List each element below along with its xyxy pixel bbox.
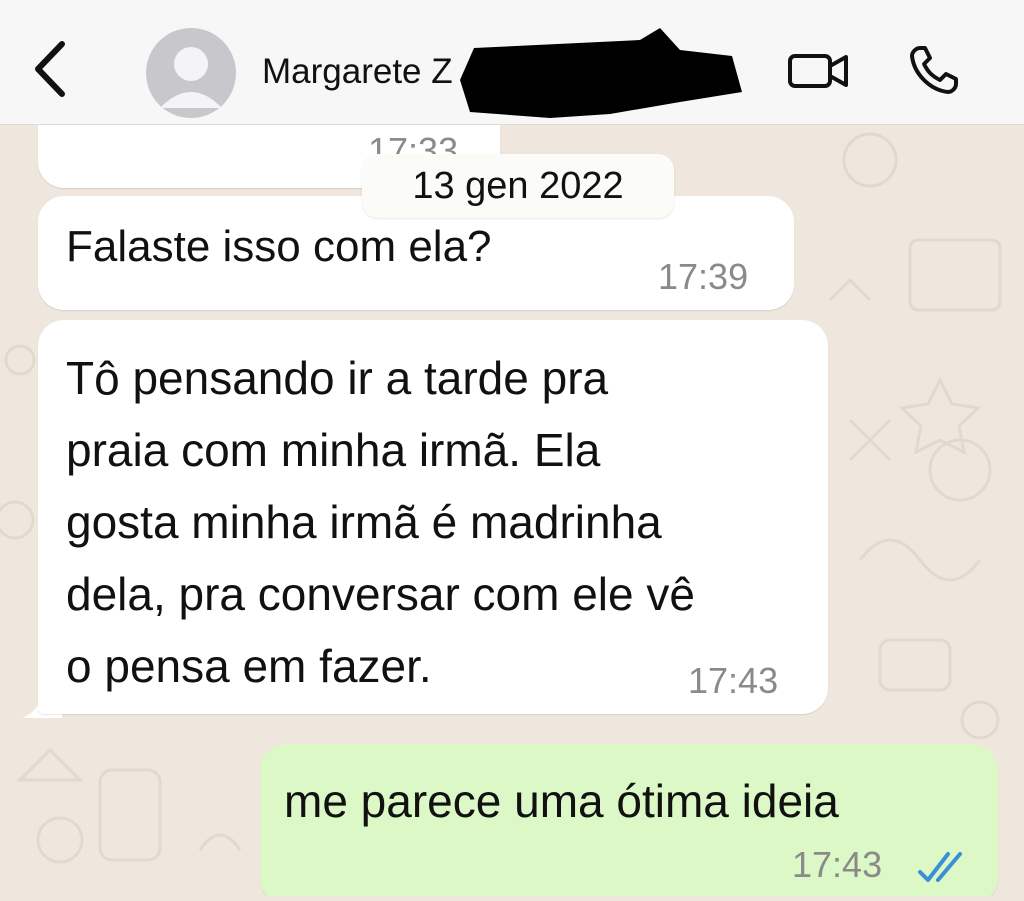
date-divider: 13 gen 2022 [362, 154, 674, 218]
chat-header: Margarete Z [0, 0, 1024, 125]
message-text: Falaste isso com ela? [66, 222, 492, 271]
contact-name[interactable]: Margarete Z [262, 52, 453, 92]
message-line: Tô pensando ir a tarde pra [66, 352, 609, 404]
message-text: Tô pensando ir a tarde pra praia com min… [66, 342, 695, 702]
avatar[interactable] [146, 28, 236, 118]
message-time: 17:39 [658, 256, 749, 297]
message-line: dela, pra conversar com ele vê [66, 568, 695, 620]
message-text: me parece uma ótima ideia [284, 775, 839, 827]
redaction-scribble [460, 28, 742, 118]
message-bubble-outgoing[interactable]: me parece uma ótima ideia 17:43 [260, 744, 998, 896]
message-time: 17:43 [688, 660, 779, 701]
message-line: o pensa em fazer. [66, 640, 432, 692]
phone-icon [910, 46, 958, 94]
voice-call-button[interactable] [906, 42, 964, 98]
message-bubble-incoming[interactable]: Tô pensando ir a tarde pra praia com min… [38, 320, 828, 714]
message-time: 17:43 [792, 844, 883, 885]
message-line: gosta minha irmã é madrinha [66, 496, 662, 548]
video-call-button[interactable] [786, 46, 852, 96]
message-text: E o COVID [66, 124, 330, 133]
chat-area[interactable]: E o COVID 17:33 13 gen 2022 Falaste isso… [0, 124, 1024, 896]
back-button[interactable] [28, 38, 72, 100]
double-check-icon [918, 852, 962, 882]
video-camera-icon [788, 54, 848, 88]
chevron-left-icon [35, 41, 65, 97]
default-avatar-icon [160, 47, 222, 108]
message-line: praia com minha irmã. Ela [66, 424, 601, 476]
